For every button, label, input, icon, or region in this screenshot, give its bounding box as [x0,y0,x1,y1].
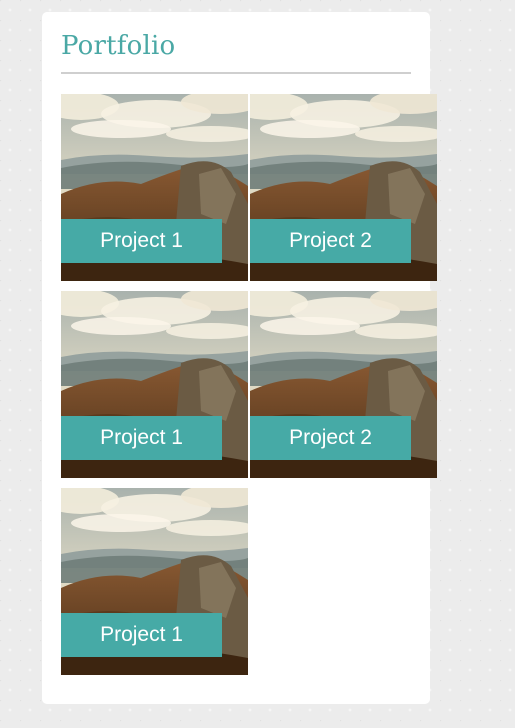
tile-label: Project 2 [250,416,411,460]
portfolio-card: Portfolio Project 1 Project 2 Project 1 … [42,12,437,704]
tile-label: Project 1 [61,416,222,460]
portfolio-tile-2[interactable]: Project 2 [250,94,437,281]
tile-label: Project 1 [61,219,222,263]
portfolio-tile-3[interactable]: Project 1 [61,291,248,478]
title-divider [61,72,411,74]
portfolio-title: Portfolio [61,31,176,61]
portfolio-tile-4[interactable]: Project 2 [250,291,437,478]
tile-label: Project 2 [250,219,411,263]
portfolio-tile-5[interactable]: Project 1 [61,488,248,675]
tile-label: Project 1 [61,613,222,657]
portfolio-tile-1[interactable]: Project 1 [61,94,248,281]
